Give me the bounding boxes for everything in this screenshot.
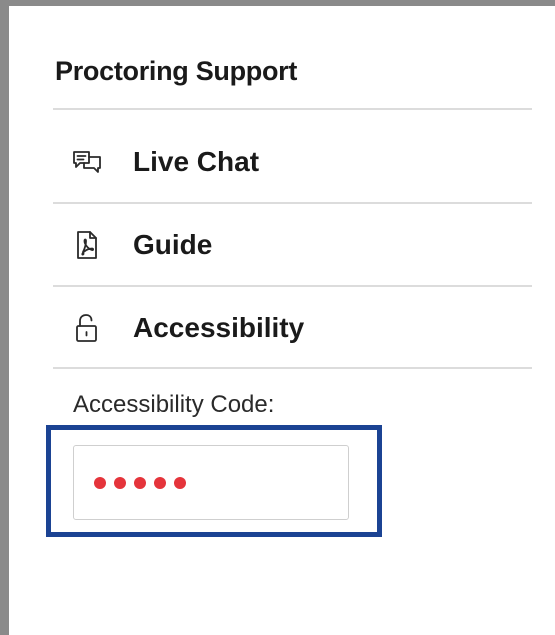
unlock-icon xyxy=(71,312,103,344)
masked-character xyxy=(94,476,106,489)
accessibility-code-label: Accessibility Code: xyxy=(73,391,275,418)
masked-character xyxy=(134,476,146,489)
panel-title: Proctoring Support xyxy=(55,56,298,86)
menu-item-accessibility[interactable]: Accessibility xyxy=(53,288,532,368)
divider xyxy=(53,367,532,369)
menu-item-live-chat[interactable]: Live Chat xyxy=(53,122,532,202)
proctoring-support-panel: Proctoring Support Live Chat Guide Acces… xyxy=(0,0,555,635)
divider xyxy=(53,202,532,204)
chat-icon xyxy=(71,146,103,178)
menu-item-label: Guide xyxy=(133,229,213,260)
masked-character xyxy=(114,476,126,489)
masked-character xyxy=(174,476,186,489)
masked-character xyxy=(154,476,166,489)
menu-item-label: Accessibility xyxy=(133,312,305,343)
menu-item-label: Live Chat xyxy=(133,146,260,177)
accessibility-code-input[interactable] xyxy=(73,445,349,520)
divider xyxy=(53,108,532,110)
masked-code-dots xyxy=(94,476,186,489)
pdf-icon xyxy=(71,229,103,261)
divider xyxy=(53,285,532,287)
menu-item-guide[interactable]: Guide xyxy=(53,205,532,285)
